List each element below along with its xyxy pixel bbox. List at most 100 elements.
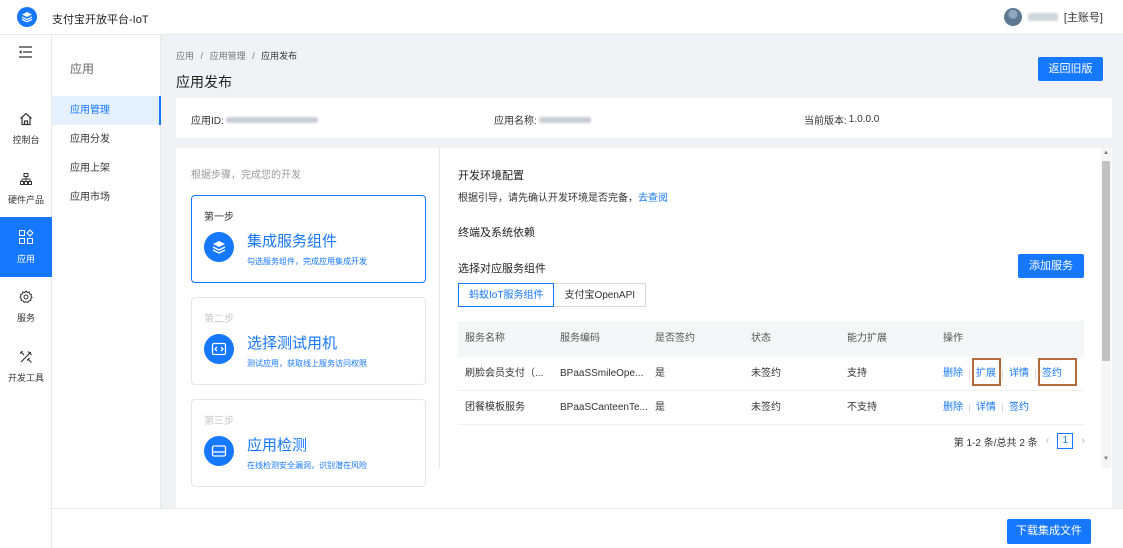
user-menu[interactable]: [主账号] [1003, 8, 1103, 26]
divider [1002, 370, 1003, 379]
breadcrumb-separator: / [252, 51, 255, 61]
breadcrumb-item[interactable]: 应用管理 [210, 51, 246, 61]
rail-item-dev-tools[interactable]: 开发工具 [0, 337, 52, 397]
details-link[interactable]: 详情 [976, 391, 996, 425]
step-card-integrate[interactable]: 第一步 集成服务组件 勾选服务组件，完成应用集成开发 [191, 195, 426, 283]
dependencies-title: 终端及系统依赖 [458, 227, 535, 239]
table-row: 团餐模板服务 BPaaSCanteenTe... 是 未签约 不支持 删除 详情… [458, 391, 1084, 425]
divider [1035, 370, 1036, 379]
signed-flag: 是 [655, 402, 665, 413]
avatar[interactable] [1003, 8, 1022, 26]
status-text: 未签约 [751, 368, 781, 379]
view-docs-link[interactable]: 去查阅 [638, 193, 668, 204]
delete-link[interactable]: 删除 [943, 357, 963, 391]
breadcrumb-current: 应用发布 [261, 51, 298, 61]
divider [969, 370, 970, 379]
version-label: 当前版本: [804, 116, 847, 127]
rail-item-label: 开发工具 [7, 373, 44, 383]
app-id-label: 应用ID: [191, 116, 224, 127]
user-name-blurred [1027, 13, 1058, 21]
inspection-icon [204, 436, 234, 466]
step-description: 勾选服务组件，完成应用集成开发 [247, 257, 367, 266]
service-select-title: 选择对应服务组件 [458, 263, 546, 275]
menu-collapse-icon[interactable] [17, 45, 35, 59]
column-header: 服务编码 [560, 321, 600, 357]
icon-rail: 控制台 硬件产品 应用 服务 开发工具 [0, 35, 52, 548]
highlight-box-sign [1038, 358, 1077, 386]
rail-item-apps[interactable]: 应用 [0, 217, 52, 277]
tab-ant-iot-components[interactable]: 蚂蚁IoT服务组件 [458, 283, 555, 307]
add-service-button[interactable]: 添加服务 [1018, 254, 1084, 278]
step-detail-panel: 开发环境配置 根据引导，请先确认开发环境是否完备，去查阅 终端及系统依赖 选择对… [441, 148, 1101, 468]
apps-icon [18, 229, 34, 248]
step-title: 集成服务组件 [247, 233, 338, 250]
step-number: 第一步 [204, 212, 234, 223]
breadcrumb: 应用 / 应用管理 / 应用发布 [176, 49, 297, 62]
step-card-test-device[interactable]: 第二步 选择测试用机 测试应用，获取线上服务访问权限 [191, 297, 426, 385]
page-number-button[interactable]: 1 [1057, 433, 1074, 449]
dev-tools-icon [19, 350, 33, 367]
pagination: 第 1-2 条/总共 2 条 ‹ 1 › [954, 433, 1085, 449]
platform-logo-icon[interactable] [17, 7, 37, 27]
column-header: 状态 [751, 321, 771, 357]
scroll-down-icon[interactable]: ▼ [1103, 456, 1109, 462]
app-id: 应用ID: [191, 112, 318, 127]
rail-item-services[interactable]: 服务 [0, 277, 52, 337]
divider [1002, 404, 1003, 413]
service-code: BPaaSSmileOpe... [560, 368, 644, 379]
status-text: 未签约 [751, 402, 781, 413]
rail-item-hardware[interactable]: 硬件产品 [0, 159, 52, 219]
back-to-old-version-button[interactable]: 返回旧版 [1038, 57, 1103, 81]
rail-item-dashboard[interactable]: 控制台 [0, 99, 52, 159]
download-integration-file-button[interactable]: 下载集成文件 [1007, 519, 1091, 544]
scrollbar-thumb[interactable] [1102, 161, 1110, 361]
pagination-summary: 第 1-2 条/总共 2 条 [953, 437, 1038, 449]
home-icon [19, 112, 33, 129]
service-name: 刷脸会员支付（... [465, 368, 544, 379]
layers-icon [204, 232, 234, 262]
subnav-item-app-distribution[interactable]: 应用分发 [52, 125, 161, 154]
step-card-app-check[interactable]: 第三步 应用检测 在线检测安全漏洞，识别潜在风险 [191, 399, 426, 487]
subnav-item-app-market[interactable]: 应用市场 [52, 183, 161, 212]
step-description: 在线检测安全漏洞，识别潜在风险 [247, 461, 367, 470]
subnav-title: 应用 [70, 62, 95, 76]
column-header: 操作 [943, 321, 963, 357]
table-row: 刷脸会员支付（... BPaaSSmileOpe... 是 未签约 支持 删除 … [458, 357, 1084, 391]
service-table: 服务名称 服务编码 是否签约 状态 能力扩展 操作 刷脸会员支付（... BPa… [458, 321, 1084, 425]
scroll-up-icon[interactable]: ▲ [1103, 150, 1109, 156]
subnav-item-app-listing[interactable]: 应用上架 [52, 154, 161, 183]
subnav-item-app-management[interactable]: 应用管理 [52, 96, 161, 125]
version-value: 1.0.0.0 [848, 114, 880, 125]
table-header-row: 服务名称 服务编码 是否签约 状态 能力扩展 操作 [458, 321, 1084, 357]
step-description: 测试应用，获取线上服务访问权限 [247, 359, 367, 368]
vertical-scrollbar[interactable]: ▲ ▼ [1101, 148, 1111, 468]
steps-hint: 根据步骤，完成您的开发 [191, 170, 301, 181]
app-name-value-blurred [538, 116, 591, 123]
extension-support: 支持 [847, 368, 867, 379]
rail-item-label: 硬件产品 [7, 195, 44, 205]
column-header: 服务名称 [465, 333, 505, 344]
service-code: BPaaSCanteenTe... [560, 402, 648, 413]
app-id-value-blurred [225, 116, 318, 123]
delete-link[interactable]: 删除 [943, 391, 963, 425]
column-header: 是否签约 [655, 321, 695, 357]
dev-env-description: 根据引导，请先确认开发环境是否完备， [458, 193, 638, 204]
breadcrumb-item[interactable]: 应用 [176, 51, 194, 61]
code-icon [204, 334, 234, 364]
highlight-box-extend [972, 358, 1001, 386]
tab-alipay-openapi[interactable]: 支付宝OpenAPI [554, 283, 647, 307]
app-title[interactable]: 支付宝开放平台-IoT [52, 11, 149, 27]
app-name: 应用名称: [494, 112, 591, 127]
next-page-icon[interactable]: › [1081, 435, 1085, 447]
breadcrumb-separator: / [200, 51, 204, 61]
app-name-label: 应用名称: [494, 116, 537, 127]
sign-link[interactable]: 签约 [1009, 391, 1029, 425]
rail-item-label: 服务 [16, 313, 35, 323]
dev-env-text: 根据引导，请先确认开发环境是否完备，去查阅 [458, 189, 668, 204]
details-link[interactable]: 详情 [1009, 357, 1029, 391]
service-name: 团餐模板服务 [465, 402, 525, 413]
signed-flag: 是 [655, 368, 665, 379]
step-number: 第二步 [204, 314, 234, 325]
prev-page-icon[interactable]: ‹ [1046, 435, 1050, 447]
app-info-card: 应用ID: 应用名称: 当前版本: 1.0.0.0 [176, 98, 1112, 138]
